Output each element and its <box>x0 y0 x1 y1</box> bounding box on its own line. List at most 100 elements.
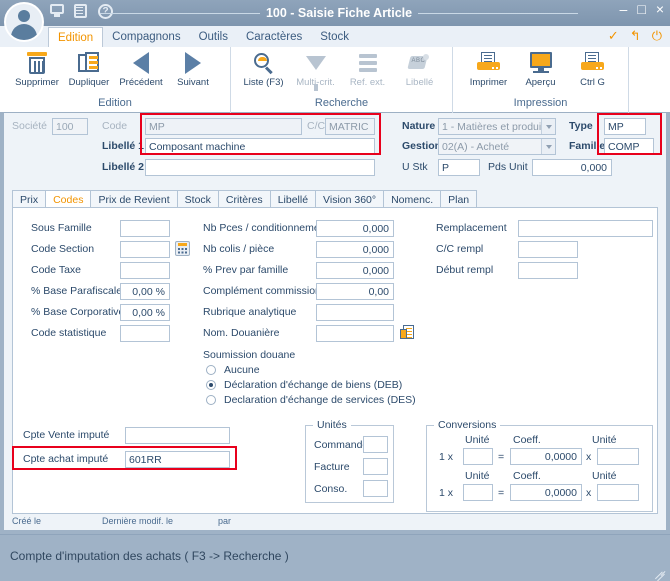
facture-field[interactable] <box>363 458 388 475</box>
ribbon-button-supprimer[interactable]: Supprimer <box>11 50 63 88</box>
sous-famille-label: Sous Famille <box>31 222 92 234</box>
chevron-down-icon[interactable] <box>541 139 555 154</box>
menu-item-edition[interactable]: Edition <box>48 27 104 47</box>
tag-icon: ABC <box>406 50 431 76</box>
code-section-label: Code Section <box>31 243 95 255</box>
document-lookup-icon[interactable] <box>400 325 415 340</box>
conv-row1-coeff-field[interactable]: 0,0000 <box>510 448 582 465</box>
code-taxe-field[interactable] <box>120 262 170 279</box>
radio-deb[interactable] <box>206 380 216 390</box>
famille-label: Famille <box>569 140 606 152</box>
power-icon[interactable]: ⏻ <box>652 28 662 43</box>
conv-row2-unit-field[interactable] <box>463 484 493 501</box>
base-corporative-field[interactable]: 0,00 % <box>120 304 170 321</box>
tab-prix-de-revient[interactable]: Prix de Revient <box>90 190 178 208</box>
tab-prix[interactable]: Prix <box>12 190 47 208</box>
tab-plan[interactable]: Plan <box>440 190 478 208</box>
tab-stock[interactable]: Stock <box>176 190 219 208</box>
ribbon-button-imprimer[interactable]: Imprimer <box>463 50 515 88</box>
nature-select[interactable]: 1 - Matières et produits a <box>438 118 556 135</box>
libelle2-field[interactable] <box>145 159 375 176</box>
cpte-achat-impute-label: Cpte achat imputé <box>23 453 109 465</box>
nb-pces-conditionnement-field[interactable]: 0,000 <box>316 220 394 237</box>
nb-colis-piece-field[interactable]: 0,000 <box>316 241 394 258</box>
radio-des[interactable] <box>206 395 216 405</box>
funnel-icon <box>305 50 326 91</box>
ribbon-button-precedent[interactable]: Précédent <box>115 50 167 88</box>
debut-rempl-label: Début rempl <box>436 264 494 276</box>
resize-grip-icon[interactable] <box>655 567 667 579</box>
conv-col-coeff-2: Coeff. <box>513 470 541 482</box>
conv-row2-coeff-field[interactable]: 0,0000 <box>510 484 582 501</box>
radio-des-label: Declaration d'échange de services (DES) <box>224 394 416 406</box>
base-parafiscale-field[interactable]: 0,00 % <box>120 283 170 300</box>
radio-aucune[interactable] <box>206 365 216 375</box>
conv-row1-unit2-field[interactable] <box>597 448 639 465</box>
pdsunit-label: Pds Unit <box>488 161 528 173</box>
ribbon-label: Suivant <box>177 77 209 88</box>
rubrique-analytique-field[interactable] <box>316 304 394 321</box>
ustk-label: U Stk <box>402 161 428 173</box>
type-field[interactable]: MP <box>604 118 646 135</box>
type-label: Type <box>569 120 593 132</box>
menu-item-outils[interactable]: Outils <box>190 26 237 47</box>
code-field[interactable]: MP <box>145 118 302 135</box>
base-corporative-label: % Base Corporative <box>31 306 125 318</box>
code-section-field[interactable] <box>120 241 170 258</box>
nom-douaniere-field[interactable] <box>316 325 394 342</box>
libelle2-label: Libellé 2 <box>102 161 145 173</box>
validate-check-icon[interactable]: ✓ <box>608 28 619 43</box>
conv-row1-unit-field[interactable] <box>463 448 493 465</box>
ribbon-button-dupliquer[interactable]: Dupliquer <box>63 50 115 88</box>
ribbon-button-ctrl-g[interactable]: Ctrl G <box>567 50 619 88</box>
chevron-down-icon[interactable] <box>541 119 555 134</box>
cc-rempl-field[interactable] <box>518 241 578 258</box>
tab-criteres[interactable]: Critères <box>217 190 271 208</box>
ribbon-group-empty <box>629 47 670 113</box>
undo-arrow-icon[interactable]: ↰ <box>630 28 641 43</box>
tab-vision-360[interactable]: Vision 360° <box>315 190 385 208</box>
ribbon-button-apercu[interactable]: Aperçu <box>515 50 567 88</box>
debut-rempl-field[interactable] <box>518 262 578 279</box>
monitor-icon[interactable] <box>50 4 66 20</box>
maximize-button[interactable]: □ <box>637 2 645 16</box>
window-controls: – □ × <box>620 2 664 16</box>
societe-label: Société <box>12 120 48 132</box>
tab-nomenc[interactable]: Nomenc. <box>383 190 442 208</box>
commande-field[interactable] <box>363 436 388 453</box>
title-rule-left <box>100 12 260 14</box>
conv-row2-unit2-field[interactable] <box>597 484 639 501</box>
user-avatar-icon[interactable] <box>4 2 44 42</box>
menu-item-caracteres[interactable]: Caractères <box>237 26 311 47</box>
remplacement-field[interactable] <box>518 220 653 237</box>
ribbon-button-multi-crit: Multi-crit. <box>290 50 342 91</box>
ribbon-button-liste-f3[interactable]: Liste (F3) <box>238 50 290 88</box>
minimize-button[interactable]: – <box>620 2 628 16</box>
libelle1-field[interactable]: Composant machine <box>145 138 375 155</box>
close-button[interactable]: × <box>656 2 664 16</box>
conso-field[interactable] <box>363 480 388 497</box>
menu-item-stock[interactable]: Stock <box>311 26 358 47</box>
unites-group: Unités Commande Facture Conso. <box>305 419 394 503</box>
cpte-achat-impute-field[interactable]: 601RR <box>125 451 230 468</box>
note-icon[interactable] <box>74 4 90 20</box>
code-statistique-field[interactable] <box>120 325 170 342</box>
pdsunit-field[interactable]: 0,000 <box>532 159 612 176</box>
prev-par-famille-field[interactable]: 0,000 <box>316 262 394 279</box>
conv-row2-equals: = <box>498 487 505 499</box>
calculator-icon[interactable] <box>175 241 190 256</box>
ustk-field[interactable]: P <box>438 159 480 176</box>
complement-commission-field[interactable]: 0,00 <box>316 283 394 300</box>
menu-item-compagnons[interactable]: Compagnons <box>103 26 189 47</box>
right-arrow-icon <box>185 50 201 76</box>
conv-col-unite2-1: Unité <box>592 434 617 446</box>
tab-libelle[interactable]: Libellé <box>269 190 317 208</box>
famille-field[interactable]: COMP <box>604 138 654 155</box>
cc-field[interactable]: MATRIC <box>325 118 375 135</box>
ribbon-button-suivant[interactable]: Suivant <box>167 50 219 88</box>
ribbon-label: Libellé <box>405 77 434 88</box>
sous-famille-field[interactable] <box>120 220 170 237</box>
tab-codes[interactable]: Codes <box>45 190 92 208</box>
cpte-vente-impute-field[interactable] <box>125 427 230 444</box>
gestion-select[interactable]: 02(A) - Acheté <box>438 138 556 155</box>
